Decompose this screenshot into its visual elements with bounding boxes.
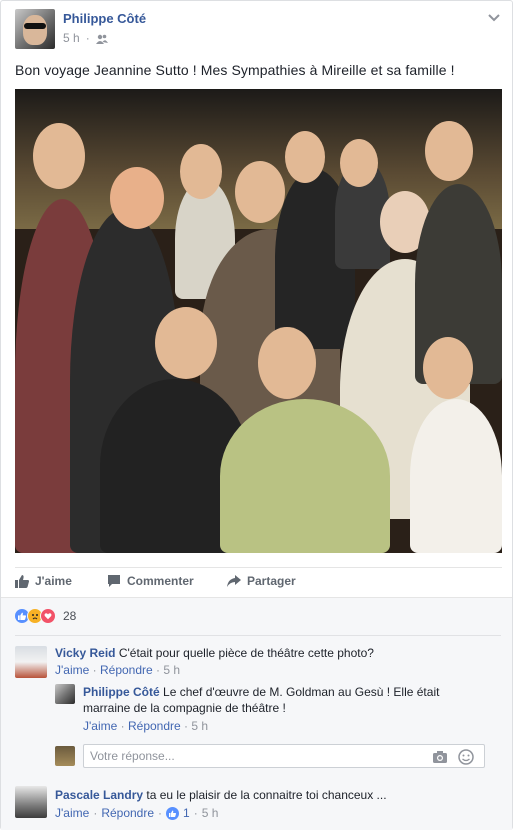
post-actions: J'aime Commenter Partager [15,567,502,593]
comment-button[interactable]: Commenter [107,574,194,588]
chevron-down-icon[interactable] [487,10,501,24]
comment-like-link[interactable]: J'aime [55,663,89,677]
reaction-count[interactable]: 28 [63,609,76,623]
post-text: Bon voyage Jeannine Sutto ! Mes Sympathi… [15,62,455,78]
camera-icon[interactable] [432,749,448,765]
post-meta: 5 h · [63,31,108,45]
reply-author[interactable]: Philippe Côté [83,685,160,699]
reply-reply-link[interactable]: Répondre [128,719,181,733]
comment-body: Pascale Landry ta eu le plaisir de la co… [55,787,495,803]
comment-time[interactable]: 5 h [202,806,219,820]
reply-like-link[interactable]: J'aime [83,719,117,733]
comment-meta: J'aime · Répondre · 1 · 5 h [55,806,219,820]
comment-icon [108,575,120,587]
share-button[interactable]: Partager [227,574,296,588]
reply-meta: J'aime · Répondre · 5 h [83,719,209,733]
reply-input-box[interactable] [83,744,485,768]
post-header: Philippe Côté 5 h · [13,8,503,52]
love-reaction-icon [40,608,56,624]
comment-body: Vicky Reid C'était pour quelle pièce de … [55,645,495,661]
share-label: Partager [247,574,296,588]
comment-text: C'était pour quelle pièce de théâtre cet… [118,646,374,660]
friends-icon[interactable] [95,33,108,44]
reply-time[interactable]: 5 h [191,719,208,733]
comment-time[interactable]: 5 h [163,663,180,677]
comment-like-link[interactable]: J'aime [55,806,89,820]
comments-section: 28 Vicky Reid C'était pour quelle pièce … [1,597,512,830]
share-icon [227,575,241,587]
comment-meta: J'aime · Répondre · 5 h [55,663,181,677]
comment-like-count[interactable]: 1 [183,806,190,820]
comment-author[interactable]: Vicky Reid [55,646,115,660]
author-name[interactable]: Philippe Côté [63,11,146,26]
like-button[interactable]: J'aime [15,574,72,588]
reply-body: Philippe Côté Le chef d'œuvre de M. Gold… [83,684,483,716]
author-avatar[interactable] [15,9,55,49]
reply-author-avatar[interactable] [55,684,75,704]
comment-author[interactable]: Pascale Landry [55,788,143,802]
thumbs-up-icon [15,575,29,588]
facebook-post: Philippe Côté 5 h · Bon voyage Jeannine … [0,0,513,830]
post-time[interactable]: 5 h [63,31,80,45]
comment-text: ta eu le plaisir de la connaitre toi cha… [146,788,387,802]
emoji-icon[interactable] [458,749,474,765]
current-user-avatar [55,746,75,766]
divider [15,635,501,636]
like-label: J'aime [35,574,72,588]
commenter-avatar[interactable] [15,786,47,818]
like-reaction-icon [166,806,180,820]
comment-reply-link[interactable]: Répondre [101,806,154,820]
post-photo[interactable] [15,89,502,553]
reactions-summary[interactable]: 28 [14,608,76,624]
reply-input[interactable] [90,749,420,763]
comment-label: Commenter [127,574,194,588]
comment-reply-link[interactable]: Répondre [100,663,153,677]
commenter-avatar[interactable] [15,646,47,678]
